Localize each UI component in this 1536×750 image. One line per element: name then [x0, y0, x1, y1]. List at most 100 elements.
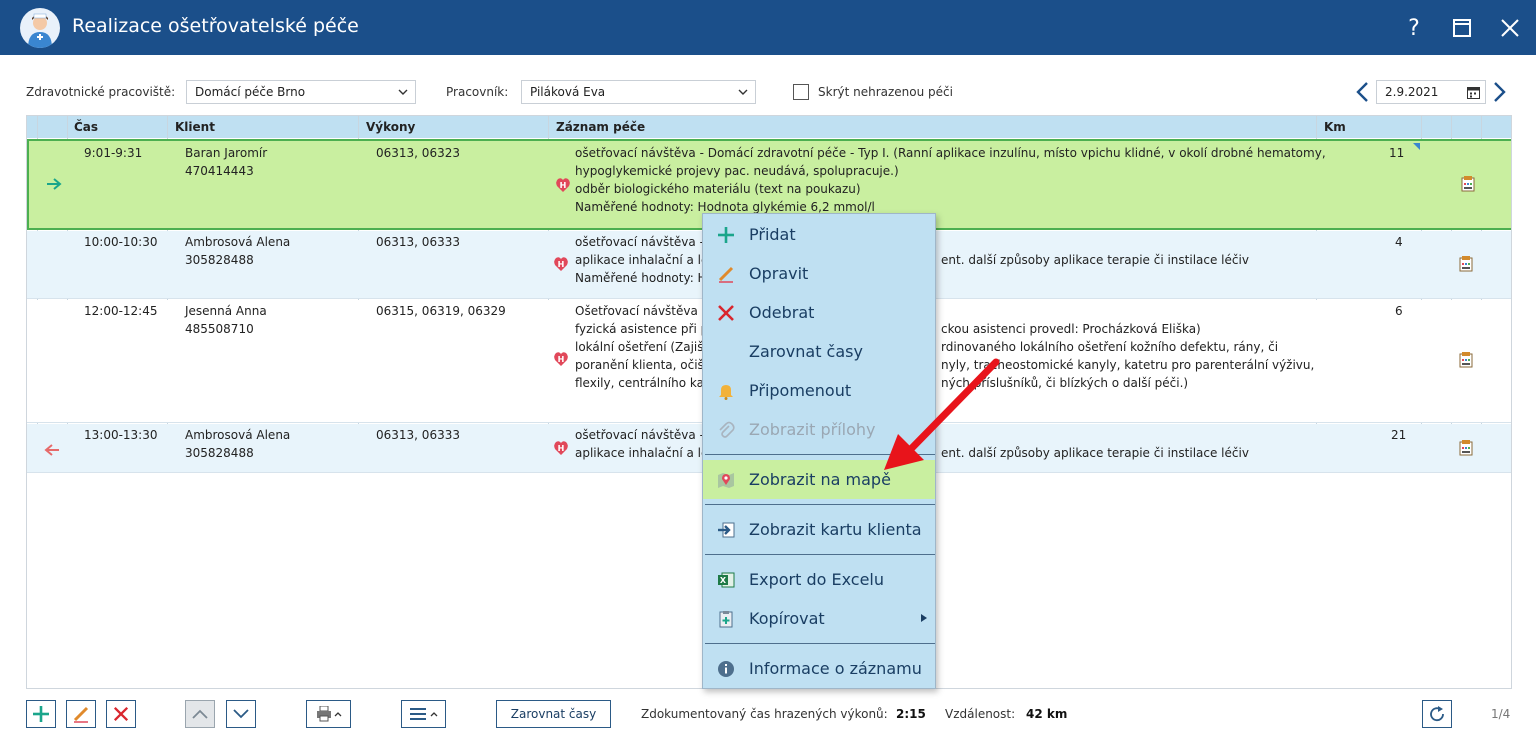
arrow-left-icon [44, 444, 59, 456]
cell-time: 13:00-13:30 [84, 428, 158, 442]
calendar-icon [1467, 87, 1480, 99]
hide-unpaid-checkbox[interactable] [793, 84, 809, 100]
info-icon [718, 661, 734, 677]
menu-item-label: Export do Excelu [749, 570, 885, 589]
nurse-avatar-icon [20, 8, 60, 48]
menu-item-label: Kopírovat [749, 609, 825, 628]
menu-item-label: Informace o záznamu [749, 659, 922, 678]
next-date-button[interactable] [1490, 81, 1508, 103]
cell-km: 21 [1391, 428, 1407, 442]
cell-client-name: Jesenná Anna [185, 304, 267, 318]
align-times-button[interactable]: Zarovnat časy [496, 700, 611, 728]
cell-procedures: 06313, 06323 [376, 146, 460, 160]
menu-item-add[interactable]: Přidat [703, 215, 935, 254]
map-pin-icon [718, 473, 734, 488]
prev-date-button[interactable] [1354, 81, 1372, 103]
cell-client-name: Baran Jaromír [185, 146, 268, 160]
filter-bar: Zdravotnické pracoviště: Domácí péče Brn… [0, 70, 1536, 114]
menu-item-label: Zobrazit na mapě [749, 470, 891, 489]
svg-text:X: X [720, 576, 727, 585]
x-icon [113, 706, 129, 722]
cell-procedures: 06313, 06333 [376, 428, 460, 442]
cell-record-line: fyzická asistence při p [575, 322, 709, 336]
paperclip-icon [719, 421, 735, 438]
svg-text:H: H [558, 355, 565, 364]
health-insurance-icon: H [556, 178, 570, 192]
calculator-icon[interactable] [1459, 440, 1473, 456]
col-header-time[interactable]: Čas [74, 120, 98, 134]
plus-icon [718, 227, 734, 243]
cell-record-line: ošetřovací návštěva - [575, 235, 704, 249]
cell-client-id: 485508710 [185, 322, 254, 336]
client-card-icon [718, 522, 735, 538]
worker-select[interactable]: Piláková Eva [521, 80, 756, 104]
cell-km: 4 [1395, 235, 1403, 249]
cell-client-id: 470414443 [185, 164, 254, 178]
date-value: 2.9.2021 [1385, 85, 1439, 99]
distance-label: Vzdálenost: [945, 707, 1016, 721]
page-indicator: 1/4 [1491, 707, 1511, 721]
calculator-icon[interactable] [1459, 352, 1473, 368]
cell-record-line: hypoglykemické projevy pac. neudává, spo… [575, 164, 899, 178]
cell-record-line: ckou asistenci provedl: Procházková Eliš… [941, 322, 1201, 336]
remove-button[interactable] [106, 700, 136, 728]
cell-procedures: 06315, 06319, 06329 [376, 304, 506, 318]
col-header-client[interactable]: Klient [175, 120, 215, 134]
calculator-icon[interactable] [1461, 176, 1475, 192]
workplace-select[interactable]: Domácí péče Brno [186, 80, 416, 104]
menu-item-export-excel[interactable]: X Export do Excelu [703, 560, 935, 599]
hamburger-menu-icon [409, 708, 437, 720]
cell-time: 9:01-9:31 [84, 146, 143, 160]
menu-item-label: Přidat [749, 225, 796, 244]
help-icon: ? [1408, 15, 1420, 41]
svg-text:H: H [560, 181, 567, 190]
health-insurance-icon: H [554, 352, 568, 366]
menu-item-show-client-card[interactable]: Zobrazit kartu klienta [703, 510, 935, 549]
move-down-button[interactable] [226, 700, 256, 728]
cell-record-line: poranění klienta, očišt [575, 358, 709, 372]
col-header-km[interactable]: Km [1324, 120, 1346, 134]
menu-item-copy[interactable]: Kopírovat [703, 599, 935, 638]
menu-item-label: Opravit [749, 264, 809, 283]
worker-label: Pracovník: [446, 85, 509, 99]
bell-icon [719, 385, 733, 400]
printer-icon [316, 706, 341, 722]
date-picker[interactable]: 2.9.2021 [1376, 80, 1486, 104]
window-title: Realizace ošetřovatelské péče [72, 15, 359, 37]
x-icon [718, 305, 734, 321]
cell-record-line: Naměřené hodnoty: H [575, 271, 707, 285]
close-button[interactable] [1492, 10, 1528, 46]
menu-item-label: Odebrat [749, 303, 815, 322]
cell-record-line: Ošetřovací návštěva - [575, 304, 706, 318]
menu-button[interactable] [401, 700, 446, 728]
menu-item-remove[interactable]: Odebrat [703, 293, 935, 332]
cell-record-line: ošetřovací návštěva - [575, 428, 704, 442]
annotation-arrow [884, 358, 1000, 470]
workplace-label: Zdravotnické pracoviště: [26, 85, 176, 99]
cell-record-line: ent. další způsoby aplikace terapie či i… [941, 253, 1249, 267]
cell-client-id: 305828488 [185, 446, 254, 460]
cell-record-line: lokální ošetření (Zajiště [575, 340, 716, 354]
copy-icon [719, 611, 733, 628]
chevron-left-icon [1356, 82, 1368, 102]
chevron-up-icon [192, 709, 208, 719]
menu-item-edit[interactable]: Opravit [703, 254, 935, 293]
refresh-button[interactable] [1422, 700, 1452, 728]
chevron-right-icon [1494, 82, 1506, 102]
cell-record-line: odběr biologického materiálu (text na po… [575, 182, 861, 196]
move-up-button[interactable] [185, 700, 215, 728]
edit-button[interactable] [66, 700, 96, 728]
menu-item-record-info[interactable]: Informace o záznamu [703, 649, 935, 688]
calculator-icon[interactable] [1459, 256, 1473, 272]
print-button[interactable] [306, 700, 351, 728]
maximize-button[interactable] [1444, 10, 1480, 46]
chevron-down-icon [738, 89, 748, 95]
help-button[interactable]: ? [1396, 10, 1432, 46]
cell-client-id: 305828488 [185, 253, 254, 267]
cell-time: 12:00-12:45 [84, 304, 158, 318]
menu-item-label: Zobrazit přílohy [749, 420, 876, 439]
col-header-record[interactable]: Záznam péče [556, 120, 645, 134]
add-button[interactable] [26, 700, 56, 728]
col-header-procedures[interactable]: Výkony [366, 120, 415, 134]
cell-record-line: ošetřovací návštěva - Domácí zdravotní p… [575, 146, 1326, 160]
